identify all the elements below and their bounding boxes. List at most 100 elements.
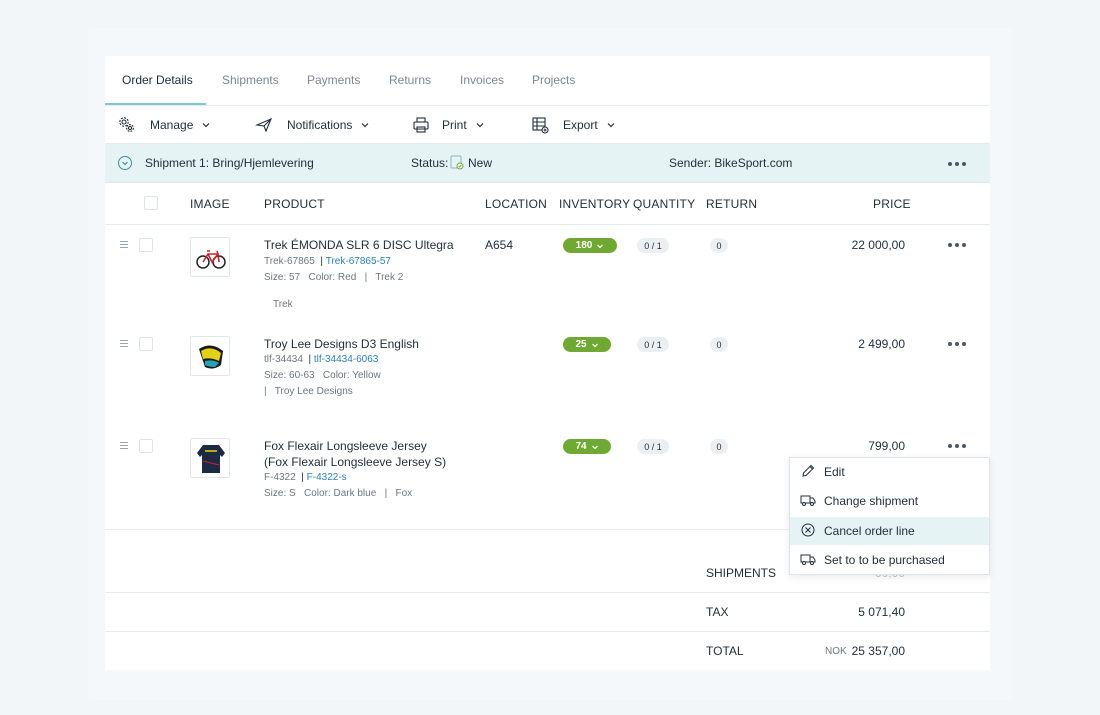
col-image: IMAGE xyxy=(190,197,230,211)
menu-label: Change shipment xyxy=(824,494,919,508)
product-image xyxy=(190,438,230,478)
quantity-badge: 0 / 1 xyxy=(637,238,669,253)
chevron-down-icon xyxy=(597,244,604,248)
product-attributes: Size: S Color: Dark blue | Fox xyxy=(264,488,413,499)
notifications-button[interactable]: Notifications xyxy=(255,116,370,134)
sku-text: F-4322 xyxy=(264,472,296,483)
price-value: 799,00 xyxy=(868,439,905,453)
table-header: IMAGE PRODUCT LOCATION INVENTORY QUANTIT… xyxy=(105,183,990,225)
tab-shipments[interactable]: Shipments xyxy=(222,73,279,87)
sku-text: tlf-34434 xyxy=(264,354,303,365)
printer-icon xyxy=(412,116,430,134)
menu-label: Edit xyxy=(824,465,845,479)
row-more-icon[interactable] xyxy=(948,342,966,346)
toolbar: Manage Notifications Print Export xyxy=(105,106,990,144)
manage-button[interactable]: Manage xyxy=(118,116,211,134)
product-name[interactable]: Trek ÉMONDA SLR 6 DISC Ultegra xyxy=(264,237,454,253)
product-image xyxy=(190,237,230,277)
variant-sku-link[interactable]: Trek-67865-57 xyxy=(326,256,391,267)
truck-icon xyxy=(800,551,816,570)
truck-icon xyxy=(800,492,816,511)
send-icon xyxy=(255,116,273,134)
quantity-badge: 0 / 1 xyxy=(637,439,669,454)
row-checkbox[interactable] xyxy=(139,439,153,453)
divider xyxy=(105,592,990,593)
shipment-title: Shipment 1: Bring/Hjemlevering xyxy=(145,156,314,170)
chevron-down-icon xyxy=(606,120,616,130)
row-context-menu: Edit Change shipment Cancel order line S… xyxy=(789,457,990,575)
col-location: LOCATION xyxy=(485,197,548,211)
export-button[interactable]: Export xyxy=(531,116,616,134)
return-badge: 0 xyxy=(710,337,728,352)
select-all-checkbox[interactable] xyxy=(144,196,158,210)
row-checkbox[interactable] xyxy=(139,238,153,252)
return-badge: 0 xyxy=(710,439,728,454)
price-value: 22 000,00 xyxy=(851,238,905,252)
product-image xyxy=(190,336,230,376)
product-name[interactable]: Troy Lee Designs D3 English xyxy=(264,336,419,352)
collapse-chevron-icon[interactable] xyxy=(118,156,132,170)
drag-handle-icon[interactable] xyxy=(120,340,128,349)
new-status-icon xyxy=(450,154,464,173)
product-sku: Trek-67865 | Trek-67865-57 xyxy=(264,256,391,267)
variant-sku-link[interactable]: F-4322-s xyxy=(307,472,347,483)
divider xyxy=(105,631,990,632)
product-name-variant: (Fox Flexair Longsleeve Jersey S) xyxy=(264,455,447,469)
inventory-value: 25 xyxy=(575,339,587,350)
more-icon[interactable] xyxy=(948,162,966,166)
price-value: 2 499,00 xyxy=(858,337,905,351)
product-name[interactable]: Fox Flexair Longsleeve Jersey xyxy=(264,438,427,454)
order-card: Order Details Shipments Payments Returns… xyxy=(105,56,990,670)
drag-handle-icon[interactable] xyxy=(120,442,128,451)
notifications-label: Notifications xyxy=(287,118,353,132)
tab-projects[interactable]: Projects xyxy=(532,73,575,87)
row-more-icon[interactable] xyxy=(948,243,966,247)
col-product: PRODUCT xyxy=(264,197,325,211)
gear-icon xyxy=(118,116,136,134)
chevron-down-icon xyxy=(360,120,370,130)
chevron-down-icon xyxy=(591,343,598,347)
tax-value: 5 071,40 xyxy=(858,605,905,619)
total-label: TOTAL xyxy=(706,644,744,658)
menu-item-change-shipment[interactable]: Change shipment xyxy=(790,487,989,515)
product-sku: tlf-34434 | tlf-34434-6063 xyxy=(264,354,379,365)
manage-label: Manage xyxy=(150,118,194,132)
sender-text: Sender: BikeSport.com xyxy=(669,156,793,170)
tab-invoices[interactable]: Invoices xyxy=(460,73,504,87)
product-attributes: Size: 57 Color: Red | Trek 2 xyxy=(264,272,404,283)
pencil-icon xyxy=(800,463,816,482)
row-checkbox[interactable] xyxy=(139,337,153,351)
status-value: New xyxy=(468,156,493,170)
tab-bar: Order Details Shipments Payments Returns… xyxy=(105,56,990,106)
inventory-value: 180 xyxy=(575,240,593,251)
variant-sku-link[interactable]: tlf-34434-6063 xyxy=(314,354,379,365)
menu-item-edit[interactable]: Edit xyxy=(790,458,989,486)
inventory-value: 74 xyxy=(575,441,587,452)
return-badge: 0 xyxy=(710,238,728,253)
tab-payments[interactable]: Payments xyxy=(307,73,360,87)
shipment-header: Shipment 1: Bring/Hjemlevering Status: N… xyxy=(105,144,990,183)
drag-handle-icon[interactable] xyxy=(120,241,128,250)
menu-item-set-to-be-purchased[interactable]: Set to to be purchased xyxy=(790,546,989,574)
tab-order-details[interactable]: Order Details xyxy=(122,73,193,87)
inventory-badge[interactable]: 180 xyxy=(563,238,617,253)
col-inventory: INVENTORY xyxy=(559,197,631,211)
row-more-icon[interactable] xyxy=(948,444,966,448)
tab-returns[interactable]: Returns xyxy=(389,73,431,87)
cancel-circle-icon xyxy=(800,522,816,541)
menu-label: Set to to be purchased xyxy=(824,553,945,567)
col-return: RETURN xyxy=(706,197,758,211)
col-price: PRICE xyxy=(873,197,911,211)
quantity-badge: 0 / 1 xyxy=(637,337,669,352)
product-brand: Trek xyxy=(273,299,293,310)
menu-item-cancel-order-line[interactable]: Cancel order line xyxy=(790,517,989,545)
print-button[interactable]: Print xyxy=(412,116,485,134)
export-sheet-icon xyxy=(531,116,549,134)
col-quantity: QUANTITY xyxy=(633,197,696,211)
product-sku: F-4322 | F-4322-s xyxy=(264,472,347,483)
tax-label: TAX xyxy=(706,605,729,619)
inventory-badge[interactable]: 25 xyxy=(563,337,611,352)
product-attributes: Size: 60-63 Color: Yellow xyxy=(264,370,381,381)
inventory-badge[interactable]: 74 xyxy=(563,439,611,454)
active-tab-indicator xyxy=(105,103,206,105)
